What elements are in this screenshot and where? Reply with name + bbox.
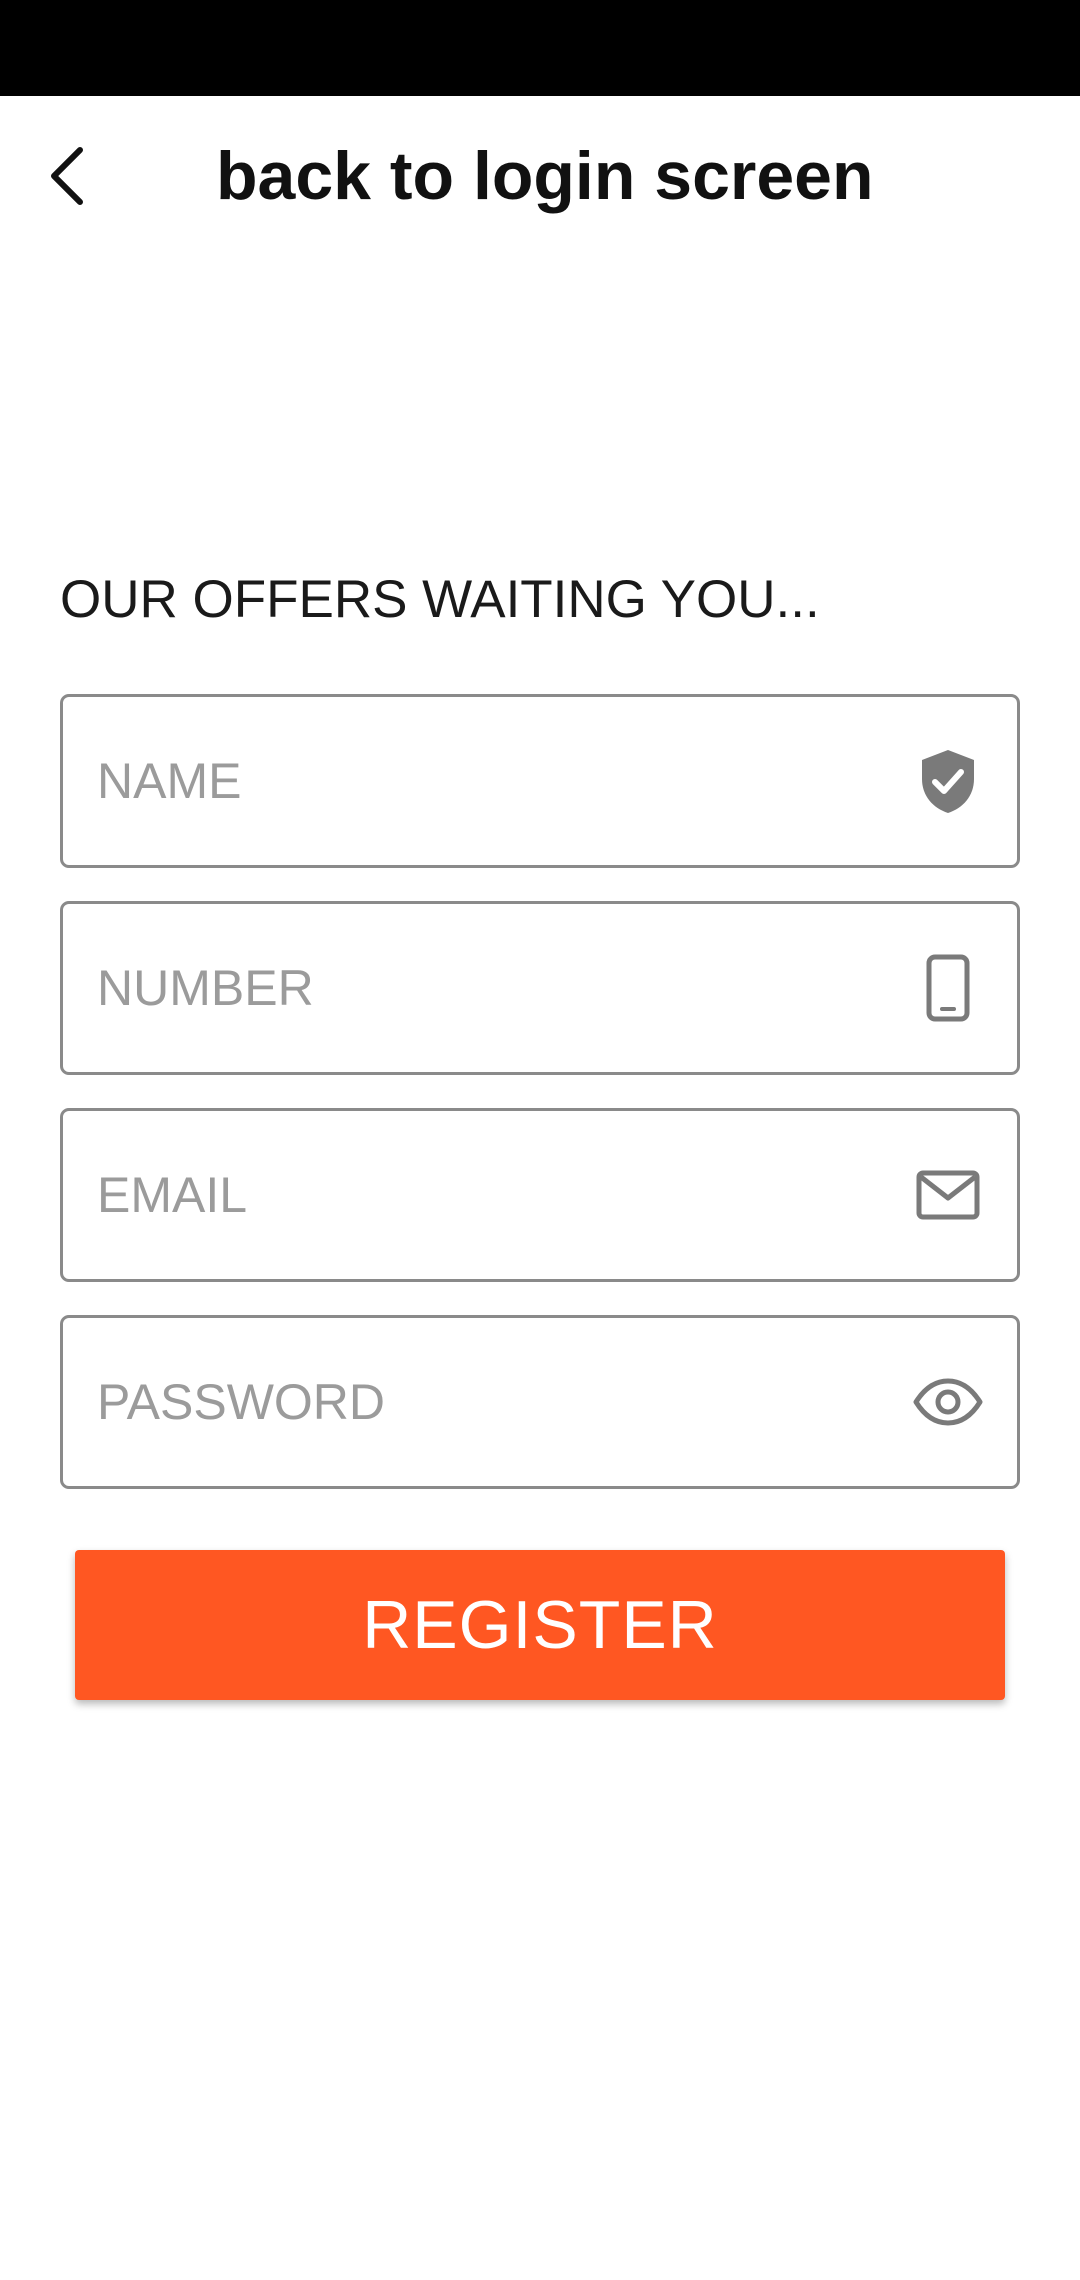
mobile-phone-icon <box>913 953 983 1023</box>
form-heading: OUR OFFERS WAITING YOU... <box>60 570 820 629</box>
eye-icon[interactable] <box>913 1367 983 1437</box>
chevron-left-icon <box>51 147 83 205</box>
toolbar-title[interactable]: back to login screen <box>216 136 874 216</box>
number-field[interactable] <box>60 901 1020 1075</box>
number-input[interactable] <box>97 904 897 1072</box>
toolbar: back to login screen <box>0 96 1080 266</box>
name-field[interactable] <box>60 694 1020 868</box>
password-field[interactable] <box>60 1315 1020 1489</box>
email-field[interactable] <box>60 1108 1020 1282</box>
status-bar <box>0 0 1080 96</box>
name-input[interactable] <box>97 697 897 865</box>
envelope-icon <box>913 1160 983 1230</box>
email-input[interactable] <box>97 1111 897 1279</box>
back-button[interactable] <box>28 136 108 216</box>
register-button[interactable]: REGISTER <box>75 1550 1005 1700</box>
shield-check-icon <box>913 746 983 816</box>
password-input[interactable] <box>97 1318 897 1486</box>
